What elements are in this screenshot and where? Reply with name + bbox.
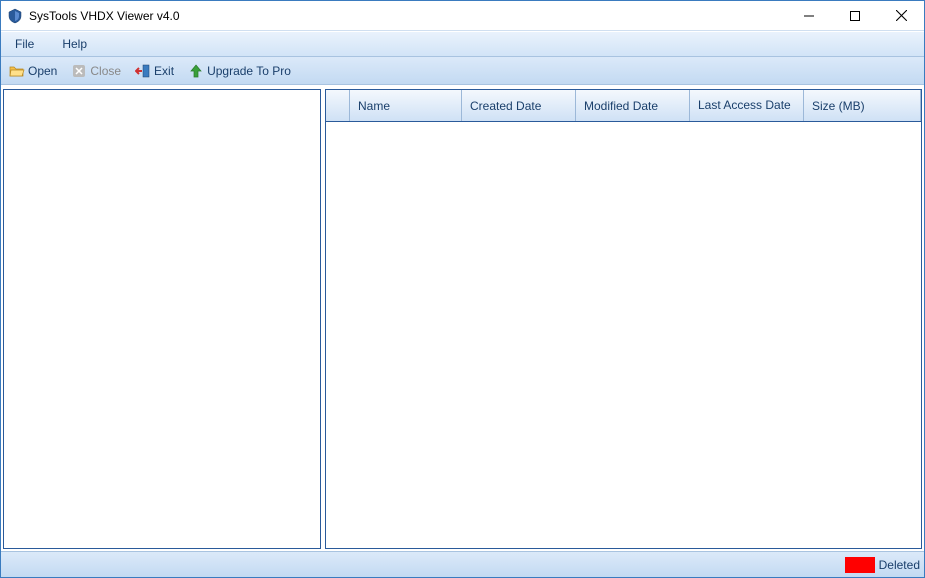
table-header: Name Created Date Modified Date Last Acc… xyxy=(326,90,921,122)
minimize-button[interactable] xyxy=(786,1,832,30)
exit-button[interactable]: Exit xyxy=(131,61,178,81)
open-button[interactable]: Open xyxy=(5,61,61,81)
menu-file[interactable]: File xyxy=(9,35,40,53)
status-bar: Deleted xyxy=(1,551,924,577)
window-title: SysTools VHDX Viewer v4.0 xyxy=(29,9,786,23)
upgrade-arrow-icon xyxy=(188,63,204,79)
upgrade-label: Upgrade To Pro xyxy=(207,64,291,78)
main-area: Name Created Date Modified Date Last Acc… xyxy=(1,85,924,551)
close-x-icon xyxy=(71,63,87,79)
menu-bar: File Help xyxy=(1,31,924,57)
upgrade-button[interactable]: Upgrade To Pro xyxy=(184,61,295,81)
column-name[interactable]: Name xyxy=(350,90,462,121)
menu-help[interactable]: Help xyxy=(56,35,93,53)
close-button[interactable] xyxy=(878,1,924,30)
exit-label: Exit xyxy=(154,64,174,78)
file-list-panel: Name Created Date Modified Date Last Acc… xyxy=(325,89,922,549)
tree-panel[interactable] xyxy=(3,89,321,549)
title-bar: SysTools VHDX Viewer v4.0 xyxy=(1,1,924,31)
column-icon[interactable] xyxy=(326,90,350,121)
open-label: Open xyxy=(28,64,57,78)
column-size[interactable]: Size (MB) xyxy=(804,90,921,121)
column-modified-date[interactable]: Modified Date xyxy=(576,90,690,121)
folder-open-icon xyxy=(9,63,25,79)
table-body[interactable] xyxy=(326,122,921,548)
maximize-button[interactable] xyxy=(832,1,878,30)
column-created-date[interactable]: Created Date xyxy=(462,90,576,121)
deleted-legend-label: Deleted xyxy=(879,558,920,572)
exit-icon xyxy=(135,63,151,79)
toolbar: Open Close Exit Upgrade To Pro xyxy=(1,57,924,85)
deleted-color-swatch xyxy=(845,557,875,573)
window-controls xyxy=(786,1,924,30)
close-file-button: Close xyxy=(67,61,125,81)
close-label: Close xyxy=(90,64,121,78)
app-icon xyxy=(7,8,23,24)
column-last-access-date[interactable]: Last Access Date xyxy=(690,90,804,121)
